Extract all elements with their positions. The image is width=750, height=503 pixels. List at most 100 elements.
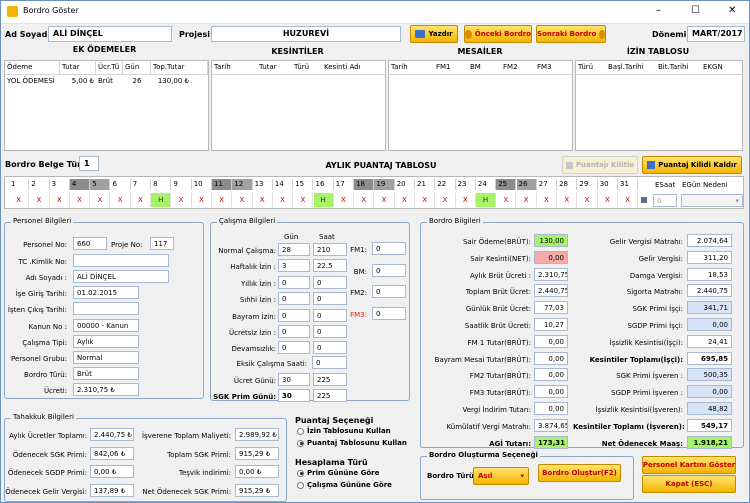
- puantaj-day-cell[interactable]: X: [577, 193, 598, 207]
- bordro-right-value[interactable]: 2.074,64: [687, 234, 732, 247]
- column-header[interactable]: Türü: [576, 61, 606, 75]
- bordro-right-value[interactable]: 2.440,75: [687, 284, 732, 298]
- puantaj-table[interactable]: 1 2 3 4 5 6 7 8 9 10 11 12 13 14 15 16 17 18 19 20 21 22 23 24 2…: [4, 176, 744, 209]
- column-header[interactable]: EKGN: [701, 61, 742, 75]
- puantaj-day-cell[interactable]: X: [90, 193, 111, 207]
- bordro-right-value[interactable]: 341,71: [687, 301, 732, 315]
- fm-field[interactable]: 0: [372, 306, 406, 320]
- puantaj-day-cell[interactable]: X: [131, 193, 152, 207]
- column-header[interactable]: Gün: [123, 61, 151, 75]
- egun-nedeni-select[interactable]: ▾: [681, 194, 743, 207]
- tahakkuk-left-value[interactable]: 2.440,75 ₺: [90, 428, 134, 441]
- sgk-prim-gunu-saat[interactable]: 225: [313, 389, 347, 402]
- yazdir-button[interactable]: Yazdır: [410, 25, 458, 43]
- calisma-row-saat[interactable]: 0: [313, 292, 347, 306]
- puantaj-day-cell[interactable]: X: [395, 193, 415, 207]
- calisma-row-gun[interactable]: 0: [278, 325, 310, 338]
- tahakkuk-left-value[interactable]: 137,89 ₺: [90, 483, 134, 497]
- column-header[interactable]: Ödeme: [5, 61, 60, 75]
- puantaj-kilidi-kaldir-button[interactable]: Puantaj Kilidi Kaldır: [642, 156, 742, 174]
- bordro-left-value[interactable]: 77,03: [534, 301, 568, 315]
- table-cell[interactable]: 26: [123, 76, 151, 87]
- bordro-olustur-button[interactable]: Bordro Oluştur(F2): [538, 464, 621, 482]
- calisma-row-saat[interactable]: 210: [313, 243, 347, 256]
- puantaj-day-cell[interactable]: X: [9, 193, 30, 207]
- puantaj-day-cell[interactable]: X: [435, 193, 456, 207]
- bordro-right-value[interactable]: 1.918,21: [687, 435, 732, 449]
- calisma-row-gun[interactable]: 0: [278, 308, 310, 322]
- eksik-field[interactable]: 0: [312, 356, 347, 369]
- tahakkuk-right-value[interactable]: 2.989,92 ₺: [235, 428, 279, 441]
- puantaj-day-cell[interactable]: X: [354, 193, 375, 207]
- calisma-row-saat[interactable]: 0: [313, 308, 347, 322]
- fm-field[interactable]: 0: [372, 242, 406, 255]
- bordro-right-value[interactable]: 0,00: [687, 385, 732, 399]
- puantaj-day-cell[interactable]: X: [456, 193, 476, 207]
- puantaj-day-cell[interactable]: X: [598, 193, 618, 207]
- tahakkuk-left-value[interactable]: 0,00 ₺: [90, 465, 134, 479]
- calisma-row-saat[interactable]: 0: [313, 341, 347, 355]
- column-header[interactable]: Bit.Tarihi: [656, 61, 701, 75]
- cikis-field[interactable]: [73, 302, 139, 315]
- bordro-right-value[interactable]: 311,20: [687, 250, 732, 264]
- bordro-right-value[interactable]: 549,17: [687, 418, 732, 432]
- bordro-left-value[interactable]: 0,00: [534, 334, 568, 348]
- puantaj-day-cell[interactable]: X: [70, 193, 91, 207]
- sgk-prim-gunu-gun[interactable]: 30: [278, 389, 310, 402]
- adi-field[interactable]: ALİ DİNÇEL: [73, 270, 169, 283]
- donemi-field[interactable]: MART/2017: [687, 26, 745, 42]
- puantaj-day-cell[interactable]: X: [557, 193, 578, 207]
- ucret-gunu-saat[interactable]: 225: [313, 373, 347, 386]
- bordro-left-value[interactable]: 0,00: [534, 368, 568, 382]
- bordro-right-value[interactable]: 695,85: [687, 351, 732, 365]
- ucret-field[interactable]: 2.310,75 ₺: [73, 383, 139, 396]
- personel-no-field[interactable]: 660: [73, 237, 107, 250]
- puantaj-day-cell[interactable]: X: [517, 193, 537, 207]
- puantaj-day-cell[interactable]: X: [111, 193, 131, 207]
- puantaj-day-cell[interactable]: X: [253, 193, 273, 207]
- calisma-row-gun[interactable]: 0: [278, 292, 310, 306]
- puantaj-tablosunu-kullan-radio[interactable]: Puantaj Tablosunu Kullan: [297, 439, 407, 447]
- bordro-turu-select[interactable]: Asıl ▾: [473, 467, 529, 485]
- tahakkuk-left-value[interactable]: 842,06 ₺: [90, 446, 134, 460]
- puantaj-day-cell[interactable]: X: [415, 193, 436, 207]
- projesi-field[interactable]: HUZUREVİ: [211, 26, 401, 42]
- puantaj-day-cell[interactable]: X: [293, 193, 314, 207]
- table-cell[interactable]: 130,00 ₺: [151, 76, 191, 87]
- ad-soyad-field[interactable]: ALİ DİNÇEL: [48, 26, 172, 42]
- table-cell[interactable]: Brüt: [96, 76, 123, 87]
- bordro-left-value[interactable]: 2.440,75: [534, 284, 568, 298]
- puantaj-day-cell[interactable]: H: [151, 193, 172, 207]
- bordro-left-value[interactable]: 173,31: [534, 435, 568, 449]
- table-cell[interactable]: YOL ÖDEMESİ: [5, 76, 60, 87]
- proje-no-field[interactable]: 117: [150, 237, 174, 250]
- column-header[interactable]: Kesinti Adı: [322, 61, 385, 75]
- column-header[interactable]: BM: [468, 61, 501, 75]
- bordro-right-value[interactable]: 0,00: [687, 318, 732, 331]
- mesailer-grid[interactable]: Tarih FM1 BM FM2 FM3: [388, 60, 573, 151]
- prim-gunune-gore-radio[interactable]: Prim Gününe Göre: [297, 469, 379, 477]
- puantaj-day-cell[interactable]: X: [273, 193, 294, 207]
- column-header[interactable]: Türü: [292, 61, 322, 75]
- close-icon[interactable]: ✕: [728, 5, 736, 16]
- puantaj-day-cell[interactable]: X: [212, 193, 233, 207]
- sonraki-bordro-button[interactable]: Sonraki Bordro: [536, 25, 606, 43]
- kesintiler-grid[interactable]: Tarih Tutar Türü Kesinti Adı: [211, 60, 386, 151]
- ucret-gunu-gun[interactable]: 30: [278, 373, 310, 386]
- calisma-tipi-field[interactable]: Aylık: [73, 335, 139, 348]
- bordro-left-value[interactable]: 130,00: [534, 234, 568, 247]
- bordro-left-value[interactable]: 2.310,75: [534, 267, 568, 281]
- puantaj-day-cell[interactable]: X: [334, 193, 355, 207]
- bordro-left-value[interactable]: 10,27: [534, 318, 568, 331]
- calisma-row-saat[interactable]: 22.5: [313, 259, 347, 273]
- bordro-left-value[interactable]: 3.874,65: [534, 418, 568, 432]
- puantaj-day-cell[interactable]: X: [171, 193, 192, 207]
- column-header[interactable]: Tarih: [212, 61, 257, 75]
- bordro-right-value[interactable]: 48,82: [687, 402, 732, 415]
- giris-field[interactable]: 01.02.2015: [73, 286, 139, 299]
- column-header[interactable]: FM1: [434, 61, 468, 75]
- column-header[interactable]: Tutar: [257, 61, 292, 75]
- calisma-row-gun[interactable]: 0: [278, 341, 310, 355]
- bordro-right-value[interactable]: 18,53: [687, 267, 732, 281]
- personel-karti-button[interactable]: Personel Kartını Göster: [642, 456, 736, 474]
